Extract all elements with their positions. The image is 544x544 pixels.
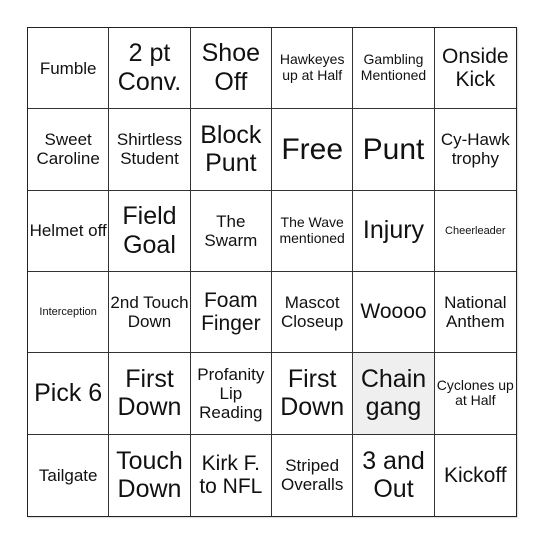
bingo-cell[interactable]: Sweet Caroline <box>28 109 110 191</box>
bingo-cell-label: The Wave mentioned <box>279 214 345 246</box>
bingo-cell-label: 2 pt Conv. <box>117 39 182 97</box>
bingo-cell[interactable]: National Anthem <box>434 272 516 354</box>
bingo-cell[interactable]: Mascot Closeup <box>272 272 354 354</box>
bingo-cell[interactable]: Profanity Lip Reading <box>190 353 272 435</box>
bingo-cell[interactable]: Injury <box>353 190 435 272</box>
bingo-cell-label: 3 and Out <box>362 446 425 504</box>
bingo-cell-label: Fumble <box>39 58 97 78</box>
bingo-cell[interactable]: 2nd Touch Down <box>109 272 191 354</box>
bingo-cell-label: First Down <box>280 364 345 422</box>
bingo-cell[interactable]: Interception <box>28 272 110 354</box>
bingo-cell[interactable]: Free <box>272 109 354 191</box>
bingo-cell-label: The Swarm <box>204 211 258 250</box>
bingo-cell[interactable]: Block Punt <box>190 109 272 191</box>
bingo-cell-label: Kirk F. to NFL <box>199 451 263 499</box>
bingo-cell-label: 2nd Touch Down <box>110 293 189 332</box>
bingo-cell[interactable]: Shirtless Student <box>109 109 191 191</box>
bingo-cell-label: Woooo <box>360 300 427 324</box>
bingo-cell[interactable]: Helmet off <box>28 190 110 272</box>
bingo-cell-label: First Down <box>117 364 182 422</box>
bingo-cell-label: Cy-Hawk trophy <box>440 130 510 169</box>
bingo-cell[interactable]: Kickoff <box>435 435 516 516</box>
bingo-cell-label: Profanity Lip Reading <box>197 364 265 422</box>
bingo-cell[interactable]: Touch Down <box>109 434 191 516</box>
bingo-cell[interactable]: Cy-Hawk trophy <box>434 109 516 191</box>
bingo-cell-label: Mascot Closeup <box>280 293 344 332</box>
bingo-cell[interactable]: Tailgate <box>28 434 110 516</box>
bingo-cell[interactable]: Foam Finger <box>190 272 272 354</box>
bingo-cell-label: Tailgate <box>38 465 98 485</box>
bingo-cell[interactable]: Cyclones up at Half <box>434 353 516 435</box>
bingo-cell[interactable]: Chain gang <box>353 353 435 435</box>
bingo-cell[interactable]: Hawkeyes up at Half <box>272 28 354 110</box>
bingo-cell-label: Field Goal <box>122 202 177 259</box>
bingo-cell[interactable]: Field Goal <box>109 190 191 272</box>
bingo-cell-label: Gambling Mentioned <box>360 51 427 84</box>
bingo-cell[interactable]: Gambling Mentioned <box>353 28 435 110</box>
bingo-cell-label: Touch Down <box>116 446 183 504</box>
bingo-cell-label: Injury <box>362 216 425 245</box>
bingo-cell-label: Punt <box>362 132 425 166</box>
bingo-cell-label: Cyclones up at Half <box>436 376 514 409</box>
bingo-cell-label: Shirtless Student <box>116 130 183 169</box>
bingo-cell[interactable]: Onside Kick <box>434 28 516 110</box>
bingo-cell-label: National Anthem <box>444 293 507 332</box>
bingo-cell-label: Free <box>281 132 343 166</box>
bingo-cell[interactable]: The Swarm <box>190 190 272 272</box>
bingo-cell[interactable]: Fumble <box>28 28 110 110</box>
bingo-cell[interactable]: Shoe Off <box>190 28 272 110</box>
bingo-cell[interactable]: Woooo <box>353 272 435 354</box>
bingo-board: Fumble 2 pt Conv. Shoe Off Hawkeyes up at H… <box>27 27 517 517</box>
bingo-cell[interactable]: The Wave mentioned <box>272 190 354 272</box>
bingo-cell-label: Cheerleader <box>445 224 506 237</box>
bingo-cell-label: Chain gang <box>360 364 427 422</box>
bingo-cell-label: Shoe Off <box>201 39 261 97</box>
bingo-cell[interactable]: Striped Overalls <box>272 434 354 516</box>
bingo-cell-label: Kickoff <box>444 463 507 487</box>
bingo-cell[interactable]: Cheerleader <box>434 191 516 272</box>
bingo-cell-label: Foam Finger <box>201 288 261 336</box>
bingo-cell[interactable]: First Down <box>109 353 191 435</box>
bingo-cell-label: Hawkeyes up at Half <box>279 51 345 84</box>
bingo-cell-label: Onside Kick <box>442 44 509 92</box>
bingo-cell-label: Pick 6 <box>34 379 103 408</box>
bingo-cell[interactable]: 2 pt Conv. <box>109 28 191 110</box>
bingo-cell[interactable]: First Down <box>272 353 354 435</box>
bingo-cell-label: Striped Overalls <box>280 456 344 495</box>
bingo-cell[interactable]: 3 and Out <box>353 434 435 516</box>
bingo-cell[interactable]: Pick 6 <box>28 353 110 435</box>
bingo-cell-label: Block Punt <box>200 120 262 178</box>
bingo-cell[interactable]: Punt <box>353 109 435 191</box>
bingo-cell-label: Sweet Caroline <box>36 130 100 169</box>
bingo-cell-label: Helmet off <box>29 221 107 241</box>
bingo-cell[interactable]: Kirk F. to NFL <box>191 434 272 516</box>
bingo-cell-label: Interception <box>39 306 97 318</box>
